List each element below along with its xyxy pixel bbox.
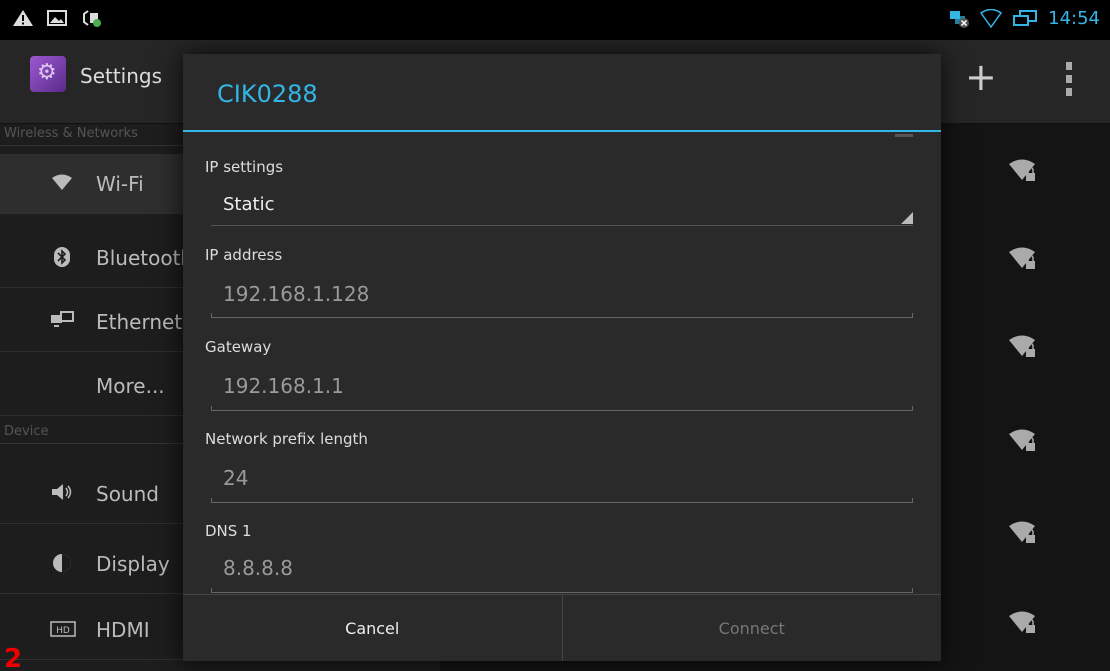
add-network-button[interactable]: + — [965, 58, 997, 96]
usb-debug-icon — [83, 10, 101, 27]
prefix-length-underline — [211, 498, 913, 503]
connect-button[interactable]: Connect — [563, 595, 942, 661]
network-signal-lock-icon[interactable] — [1008, 520, 1038, 550]
ip-address-label: IP address — [205, 246, 283, 264]
overflow-menu-icon[interactable] — [1066, 62, 1074, 96]
status-bar: 14:54 — [0, 0, 1110, 40]
sidebar-item-label: More... — [96, 373, 165, 398]
cancel-button[interactable]: Cancel — [183, 595, 563, 661]
ethernet-icon — [50, 310, 74, 334]
sidebar-item-label: Ethernet — [96, 309, 183, 334]
sidebar-item-label: Wi-Fi — [96, 171, 144, 196]
annotation-number: 2 — [4, 644, 23, 671]
hdmi-icon: HD — [50, 618, 76, 642]
dns1-field[interactable]: 8.8.8.8 — [223, 556, 293, 580]
sidebar-item-label: Display — [96, 551, 170, 576]
gateway-field[interactable]: 192.168.1.1 — [223, 374, 344, 398]
network-config-dialog: CIK0288 IP settings Static IP address 19… — [183, 54, 941, 661]
sound-icon — [50, 482, 74, 506]
network-signal-lock-icon[interactable] — [1008, 610, 1038, 640]
network-signal-lock-icon[interactable] — [1008, 158, 1038, 188]
screenshot-icon — [47, 10, 67, 26]
network-signal-lock-icon[interactable] — [1008, 334, 1038, 364]
ip-address-underline — [211, 313, 913, 318]
ethernet-disconnected-icon — [950, 10, 970, 28]
network-signal-lock-icon[interactable] — [1008, 428, 1038, 458]
sidebar-item-label: Sound — [96, 481, 159, 506]
prefix-length-field[interactable]: 24 — [223, 466, 248, 490]
gateway-underline — [211, 406, 913, 411]
display-icon — [50, 552, 74, 576]
dropdown-arrow-icon[interactable] — [901, 212, 913, 224]
wifi-icon — [980, 8, 1003, 28]
clock: 14:54 — [1048, 8, 1100, 29]
dialog-button-bar: Cancel Connect — [183, 594, 941, 661]
svg-text:HD: HD — [56, 626, 70, 636]
dns1-underline — [211, 588, 913, 593]
scroll-indicator — [895, 134, 913, 137]
gateway-label: Gateway — [205, 338, 272, 356]
ip-settings-label: IP settings — [205, 158, 284, 176]
network-icon — [1013, 9, 1038, 26]
spinner-underline — [211, 225, 913, 226]
dialog-title: CIK0288 — [217, 80, 318, 108]
bluetooth-icon — [50, 246, 74, 270]
prefix-length-label: Network prefix length — [205, 430, 368, 448]
ip-settings-spinner[interactable]: Static — [223, 194, 274, 215]
sidebar-item-label: Bluetooth — [96, 245, 194, 270]
dialog-scroll-body[interactable]: IP settings Static IP address 192.168.1.… — [183, 132, 941, 594]
warning-icon — [13, 10, 33, 26]
sidebar-item-label: HDMI — [96, 617, 150, 642]
ip-address-field[interactable]: 192.168.1.128 — [223, 282, 369, 306]
dns1-label: DNS 1 — [205, 522, 252, 540]
wifi-icon — [50, 172, 74, 196]
app-title: Settings — [80, 64, 163, 88]
network-signal-lock-icon[interactable] — [1008, 246, 1038, 276]
settings-app-icon[interactable] — [30, 56, 66, 92]
